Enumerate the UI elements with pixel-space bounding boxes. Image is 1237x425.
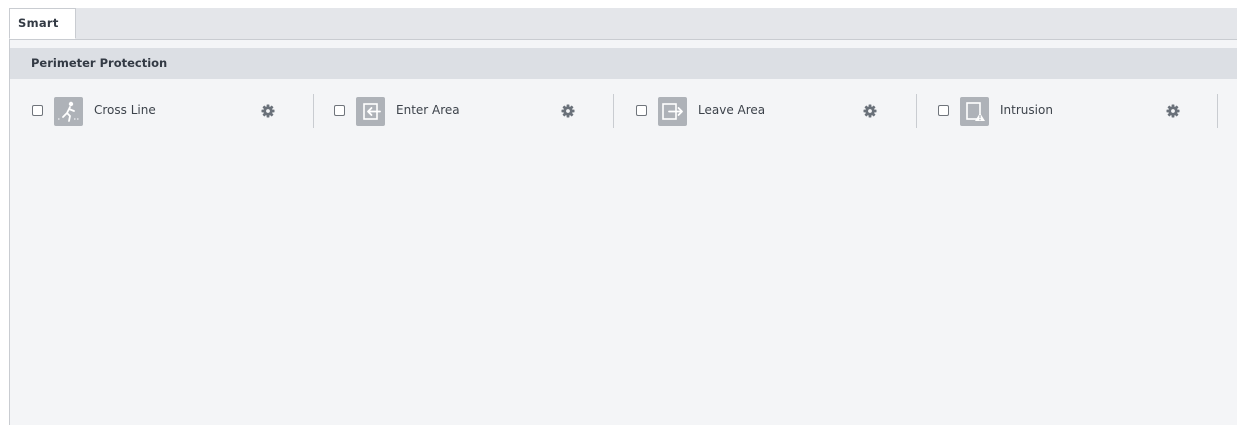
cross-line-checkbox[interactable] bbox=[32, 105, 43, 116]
enter-area-checkbox[interactable] bbox=[334, 105, 345, 116]
feature-divider bbox=[916, 94, 917, 128]
enter-area-gear-icon[interactable] bbox=[561, 104, 575, 118]
feature-intrusion: Intrusion bbox=[938, 94, 1188, 128]
leave-area-gear-icon[interactable] bbox=[863, 104, 877, 118]
leave-area-checkbox[interactable] bbox=[636, 105, 647, 116]
feature-enter-area: Enter Area bbox=[334, 94, 584, 128]
intrusion-checkbox[interactable] bbox=[938, 105, 949, 116]
tab-smart[interactable]: Smart bbox=[9, 8, 76, 39]
enter-area-icon bbox=[356, 97, 385, 126]
cross-line-gear-icon[interactable] bbox=[261, 104, 275, 118]
feature-divider bbox=[313, 94, 314, 128]
tab-bar: Smart bbox=[9, 8, 1237, 40]
feature-cross-line: Cross Line bbox=[32, 94, 282, 128]
cross-line-label: Cross Line bbox=[94, 103, 156, 117]
intrusion-gear-icon[interactable] bbox=[1166, 104, 1180, 118]
leave-area-label: Leave Area bbox=[698, 103, 766, 117]
leave-area-icon bbox=[658, 97, 687, 126]
feature-divider bbox=[1217, 94, 1218, 128]
cross-line-icon bbox=[54, 97, 83, 126]
feature-divider bbox=[613, 94, 614, 128]
enter-area-label: Enter Area bbox=[396, 103, 460, 117]
intrusion-label: Intrusion bbox=[1000, 103, 1053, 117]
feature-leave-area: Leave Area bbox=[636, 94, 886, 128]
intrusion-icon bbox=[960, 97, 989, 126]
section-header-perimeter-protection: Perimeter Protection bbox=[10, 48, 1237, 79]
